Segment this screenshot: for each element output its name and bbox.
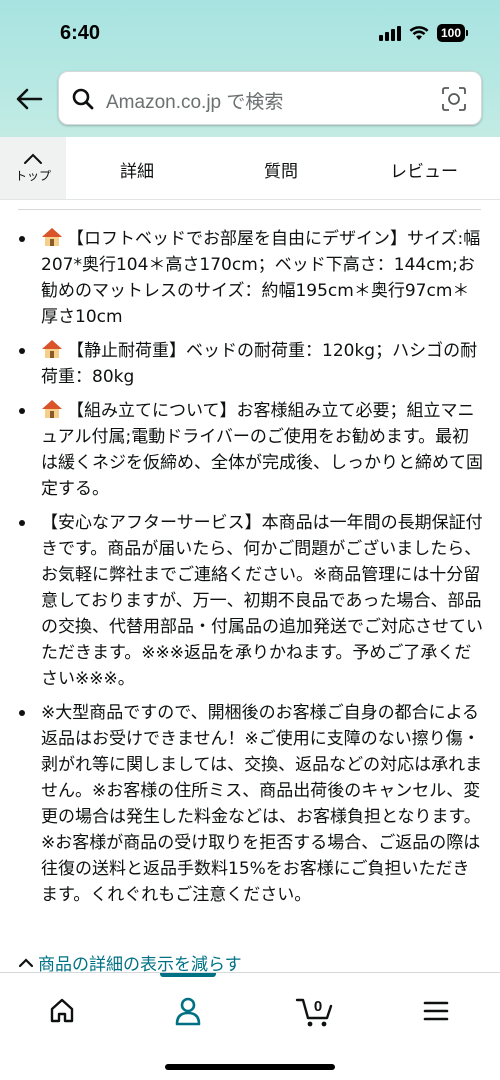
- search-placeholder: Amazon.co.jp で検索: [106, 92, 284, 113]
- house-icon: [42, 340, 62, 358]
- status-bar: 6:40 100: [0, 0, 500, 60]
- home-icon: [50, 998, 74, 1023]
- status-time: 6:40: [60, 22, 101, 44]
- signal-icon: [378, 25, 401, 41]
- battery-icon: 100: [436, 24, 468, 42]
- chevron-up-icon: [24, 153, 42, 164]
- nav-cart[interactable]: 0: [290, 991, 340, 1031]
- feature-bullet: 【組み立てについて】お客様組み立て必要；組立マニュアル付属;電動ドライバーのご使…: [14, 398, 484, 502]
- search-icon: [72, 88, 94, 110]
- feature-bullet-text: 【静止耐荷重】ベッドの耐荷重：120kg；ハシゴの耐荷重：80kg: [41, 341, 478, 387]
- feature-bullet: 【ロフトベッドでお部屋を自由にデザイン】サイズ:幅207*奥行104＊高さ170…: [14, 226, 484, 330]
- feature-bullet-text: 【組み立てについて】お客様組み立て必要；組立マニュアル付属;電動ドライバーのご使…: [41, 401, 483, 499]
- nav-menu[interactable]: [411, 991, 461, 1031]
- back-arrow-icon: [16, 88, 43, 110]
- feature-bullet-text: 【ロフトベッドでお部屋を自由にデザイン】サイズ:幅207*奥行104＊高さ170…: [41, 229, 481, 327]
- chevron-up-icon: [18, 957, 34, 967]
- battery-level: 100: [436, 24, 465, 42]
- house-icon: [42, 228, 62, 246]
- house-icon: [42, 400, 62, 418]
- tab-top[interactable]: トップ: [0, 137, 66, 199]
- feature-bullet-text: 【安心なアフターサービス】本商品は一年間の長期保証付きです。商品が届いたら、何か…: [41, 513, 483, 689]
- nav-account[interactable]: [163, 991, 213, 1031]
- home-indicator: [165, 1064, 335, 1070]
- feature-bullet: 【静止耐荷重】ベッドの耐荷重：120kg；ハシゴの耐荷重：80kg: [14, 338, 484, 390]
- cart-icon: 0: [295, 998, 333, 1027]
- tab-top-label: トップ: [14, 168, 51, 183]
- tab-details[interactable]: 詳細: [120, 157, 154, 182]
- feature-bullet: 【安心なアフターサービス】本商品は一年間の長期保証付きです。商品が届いたら、何か…: [14, 510, 484, 692]
- feature-bullet: ※大型商品ですので、開梱後のお客様ご自身の都合による返品はお受けできません！※ご…: [14, 700, 484, 908]
- feature-bullet-list: 【ロフトベッドでお部屋を自由にデザイン】サイズ:幅207*奥行104＊高さ170…: [14, 226, 484, 916]
- nav-active-indicator: [160, 973, 216, 977]
- divider: [18, 209, 481, 210]
- hamburger-menu-icon: [423, 1001, 449, 1021]
- tab-questions[interactable]: 質問: [264, 157, 298, 182]
- feature-bullet-text: ※大型商品ですので、開梱後のお客様ご自身の都合による返品はお受けできません！※ご…: [41, 703, 483, 905]
- status-icons: 100: [378, 24, 468, 42]
- nav-home[interactable]: [37, 991, 87, 1031]
- back-button[interactable]: [14, 84, 44, 114]
- wifi-icon: [409, 26, 429, 40]
- cart-count: 0: [314, 998, 322, 1015]
- camera-scan-icon[interactable]: [441, 86, 467, 112]
- section-tab-bar: トップ 詳細 質問 レビュー: [0, 137, 500, 200]
- search-input[interactable]: Amazon.co.jp で検索: [58, 71, 482, 125]
- tab-reviews[interactable]: レビュー: [390, 157, 458, 182]
- person-icon: [175, 997, 201, 1026]
- top-header: 6:40 100 Amazon.co.jp で検索: [0, 0, 500, 137]
